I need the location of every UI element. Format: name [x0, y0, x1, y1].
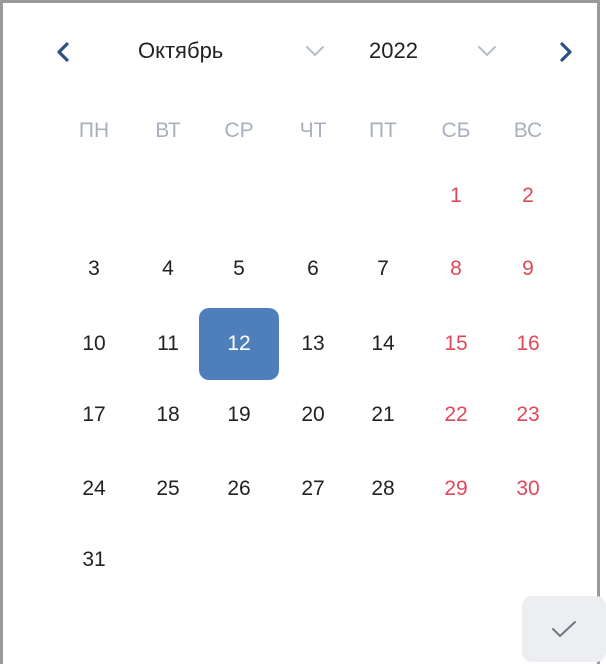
calendar-day[interactable]: 9 [503, 250, 553, 288]
calendar-day[interactable]: 7 [358, 250, 408, 288]
weekday-header: ВС [513, 119, 543, 142]
calendar-day[interactable]: 24 [69, 470, 119, 508]
prev-month-button[interactable] [51, 37, 75, 67]
calendar-day[interactable]: 18 [143, 396, 193, 434]
weekday-header: СР [224, 119, 254, 142]
calendar-day[interactable]: 25 [143, 470, 193, 508]
calendar-day[interactable]: 29 [431, 470, 481, 508]
calendar-day[interactable]: 31 [69, 541, 119, 579]
next-month-button[interactable] [554, 37, 578, 67]
calendar-day[interactable]: 21 [358, 396, 408, 434]
weekday-header: ВТ [155, 119, 181, 142]
calendar-day[interactable]: 22 [431, 396, 481, 434]
calendar-day-selected[interactable]: 12 [199, 308, 279, 380]
calendar-day[interactable]: 16 [503, 325, 553, 363]
calendar-day[interactable]: 4 [143, 250, 193, 288]
calendar-day[interactable]: 13 [288, 325, 338, 363]
weekday-header: СБ [441, 119, 471, 142]
weekday-header: ПН [78, 119, 110, 142]
calendar-day[interactable]: 20 [288, 396, 338, 434]
confirm-button[interactable] [522, 596, 606, 662]
calendar-day[interactable]: 1 [431, 177, 481, 215]
calendar-day[interactable]: 27 [288, 470, 338, 508]
date-picker: Октябрь 2022 ПН ВТ СР ЧТ ПТ СБ ВС 1 2 3 4 5 6 7 8 9 10 11… [0, 0, 606, 664]
chevron-down-icon [478, 46, 496, 56]
calendar-day[interactable]: 26 [214, 470, 264, 508]
calendar-day[interactable]: 10 [69, 325, 119, 363]
year-select[interactable]: 2022 [369, 36, 418, 66]
calendar-header: Октябрь 2022 [3, 3, 603, 103]
chevron-down-icon [306, 46, 324, 56]
calendar-day[interactable]: 8 [431, 250, 481, 288]
check-icon [552, 621, 576, 637]
calendar-day[interactable]: 6 [288, 250, 338, 288]
weekday-header: ПТ [369, 119, 397, 142]
calendar-day[interactable]: 19 [214, 396, 264, 434]
calendar-day[interactable]: 23 [503, 396, 553, 434]
year-dropdown-toggle[interactable] [475, 41, 499, 61]
calendar-day[interactable]: 5 [214, 250, 264, 288]
calendar-day[interactable]: 2 [503, 177, 553, 215]
calendar-day[interactable]: 11 [143, 325, 193, 363]
calendar-day[interactable]: 30 [503, 470, 553, 508]
month-dropdown-toggle[interactable] [303, 41, 327, 61]
calendar-day[interactable]: 3 [69, 250, 119, 288]
chevron-left-icon [57, 42, 69, 62]
chevron-right-icon [560, 42, 572, 62]
weekday-header: ЧТ [299, 119, 327, 142]
month-select[interactable]: Октябрь [138, 36, 223, 66]
calendar-day[interactable]: 14 [358, 325, 408, 363]
calendar-day[interactable]: 28 [358, 470, 408, 508]
calendar-day[interactable]: 17 [69, 396, 119, 434]
calendar-day[interactable]: 15 [431, 325, 481, 363]
